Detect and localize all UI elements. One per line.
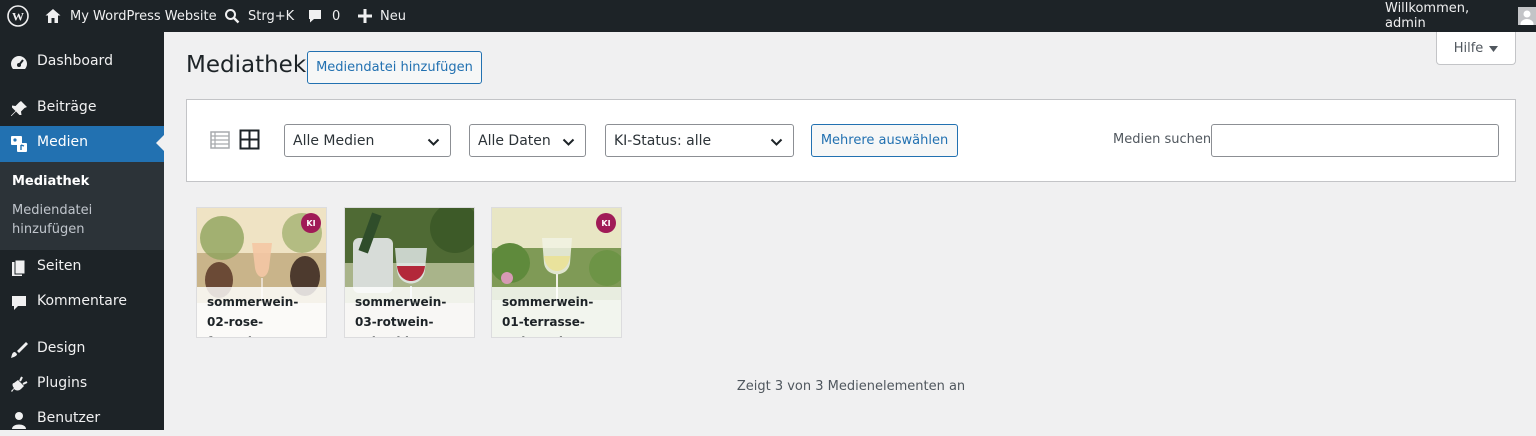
- sidebar-item-dashboard[interactable]: Dashboard: [0, 45, 164, 79]
- command-search-button[interactable]: Strg+K: [224, 0, 294, 32]
- avatar: [1518, 7, 1536, 25]
- sidebar-item-comments[interactable]: Kommentare: [0, 285, 164, 319]
- search-shortcut: Strg+K: [248, 8, 295, 24]
- plugin-icon: [9, 375, 29, 395]
- pin-icon: [9, 99, 29, 119]
- add-media-button[interactable]: Mediendatei hinzufügen: [307, 51, 482, 84]
- caret-down-icon: [1489, 41, 1499, 56]
- sidebar-item-pages[interactable]: Seiten: [0, 250, 164, 284]
- media-submenu: Mediathek Mediendatei hinzufügen: [0, 162, 164, 250]
- comment-bubble-icon: [307, 8, 323, 24]
- admin-bar: W My WordPress Website Strg+K 0 Neu Will…: [0, 0, 1536, 32]
- search-icon: [224, 8, 240, 24]
- media-item-tile[interactable]: KI sommerwein-02-rose-freunde: [196, 207, 327, 338]
- ki-status-filter[interactable]: KI-Status: alle: [605, 124, 794, 157]
- admin-sidebar: Dashboard Beiträge Medien Mediathek Medi…: [0, 32, 164, 430]
- brush-icon: [9, 340, 29, 360]
- dashboard-icon: [9, 53, 29, 73]
- new-content-link[interactable]: Neu: [358, 0, 406, 32]
- comments-count: 0: [332, 8, 341, 24]
- chevron-down-icon: [562, 135, 575, 151]
- sidebar-label-comments: Kommentare: [37, 293, 127, 309]
- date-filter[interactable]: Alle Daten: [469, 124, 586, 157]
- sidebar-item-posts[interactable]: Beiträge: [0, 91, 164, 125]
- account-menu[interactable]: Willkommen, admin: [1385, 0, 1536, 32]
- media-type-filter[interactable]: Alle Medien: [284, 124, 451, 157]
- search-label: Medien suchen: [1113, 132, 1212, 147]
- sidebar-item-users[interactable]: Benutzer: [0, 402, 164, 436]
- pages-icon: [9, 258, 29, 278]
- home-icon: [44, 7, 62, 25]
- comments-link[interactable]: 0: [307, 0, 340, 32]
- sidebar-item-plugins[interactable]: Plugins: [0, 367, 164, 401]
- media-type-filter-value: Alle Medien: [293, 132, 375, 149]
- greeting: Willkommen, admin: [1385, 1, 1470, 31]
- bulk-select-button[interactable]: Mehrere auswählen: [811, 124, 958, 157]
- date-filter-value: Alle Daten: [478, 132, 551, 149]
- search-input[interactable]: [1211, 124, 1499, 157]
- media-item-title: sommerwein-01-terrasse-weisswein: [492, 287, 621, 337]
- comment-icon: [9, 293, 29, 313]
- sidebar-label-dashboard: Dashboard: [37, 53, 113, 69]
- sidebar-label-plugins: Plugins: [37, 375, 88, 391]
- sidebar-item-media[interactable]: Medien: [0, 126, 164, 162]
- sidebar-label-posts: Beiträge: [37, 99, 97, 115]
- submenu-item-add-new[interactable]: Mediendatei hinzufügen: [12, 201, 92, 239]
- svg-text:W: W: [12, 10, 24, 24]
- submenu-add-line1: Mediendatei: [12, 203, 93, 218]
- media-toolbar: Alle Medien Alle Daten KI-Status: alle M…: [186, 99, 1516, 182]
- media-item-tile[interactable]: sommerwein-03-rotwein-gekuehlt: [344, 207, 475, 338]
- user-icon: [9, 410, 29, 430]
- media-item-title: sommerwein-03-rotwein-gekuehlt: [345, 287, 474, 337]
- grid-view-icon[interactable]: [239, 129, 260, 154]
- wordpress-logo-icon[interactable]: W: [7, 0, 29, 32]
- media-item-title: sommerwein-02-rose-freunde: [197, 287, 326, 337]
- help-tab-button[interactable]: Hilfe: [1436, 32, 1516, 65]
- sidebar-label-pages: Seiten: [37, 258, 82, 274]
- ki-status-filter-value: KI-Status: alle: [614, 132, 712, 149]
- media-item-tile[interactable]: KI sommerwein-01-terrasse-weisswein: [491, 207, 622, 338]
- sidebar-label-design: Design: [37, 340, 86, 356]
- site-name-link[interactable]: My WordPress Website: [44, 0, 217, 32]
- plus-icon: [358, 9, 372, 23]
- sidebar-item-design[interactable]: Design: [0, 332, 164, 366]
- ki-badge: KI: [301, 213, 321, 233]
- chevron-down-icon: [770, 135, 783, 151]
- help-label: Hilfe: [1453, 40, 1484, 56]
- list-view-icon[interactable]: [210, 130, 230, 154]
- ki-badge: KI: [596, 213, 616, 233]
- chevron-down-icon: [427, 135, 440, 151]
- sidebar-label-users: Benutzer: [37, 410, 101, 426]
- page-title: Mediathek: [186, 52, 307, 78]
- submenu-item-library[interactable]: Mediathek: [12, 172, 89, 191]
- media-icon: [9, 134, 29, 154]
- media-count-text: Zeigt 3 von 3 Medienelementen an: [736, 379, 966, 394]
- new-label: Neu: [380, 8, 406, 24]
- sidebar-label-media: Medien: [37, 134, 88, 150]
- site-name: My WordPress Website: [70, 8, 217, 24]
- submenu-add-line2: hinzufügen: [12, 222, 85, 237]
